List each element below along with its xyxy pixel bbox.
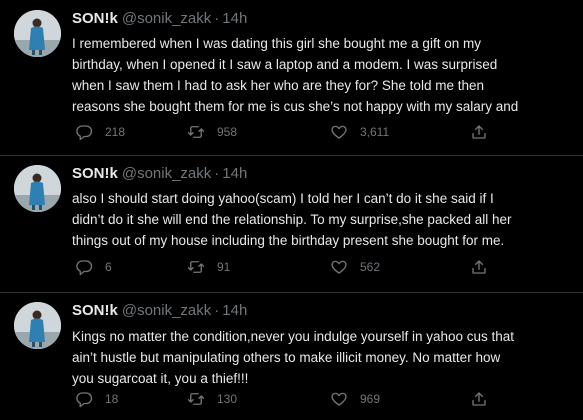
reply-icon (76, 125, 93, 141)
tweet-text-line: didn’t do it she will end the relationsh… (72, 212, 512, 227)
tweet-text-line: things out of my house including the bir… (72, 233, 505, 248)
reply-button[interactable]: 218 (75, 121, 125, 143)
reply-count: 18 (105, 392, 119, 406)
share-icon (472, 392, 486, 406)
like-button[interactable]: 969 (330, 388, 380, 410)
tweet-text: Kings no matter the condition,never you … (72, 326, 572, 389)
tweet-text-line: you sugarcoat it, you a thief!!! (72, 371, 249, 386)
tweet-text-line: also I should start doing yahoo(scam) I … (72, 191, 494, 206)
retweet-icon (187, 261, 205, 273)
tweet-text-line: Kings no matter the condition,never you … (72, 329, 515, 344)
tweet-text-line: reasons she bought them for me is cus sh… (72, 99, 519, 114)
avatar-image (14, 165, 61, 212)
avatar[interactable] (14, 165, 61, 212)
retweet-count: 130 (217, 392, 238, 406)
retweet-icon (187, 126, 205, 138)
tweet[interactable]: SON!k @sonik_zakk · 14h I remembered when I… (0, 0, 583, 155)
heart-icon (331, 260, 347, 274)
heart-icon (331, 125, 347, 139)
tweet-header: SON!k @sonik_zakk · 14h (72, 165, 247, 183)
tweet-actions: 6 91 562 (72, 256, 512, 278)
tweet-text-line: when I saw them I had to ask her who are… (72, 78, 484, 93)
reply-button[interactable]: 6 (75, 256, 112, 278)
share-icon (472, 260, 486, 274)
avatar-image (14, 10, 61, 57)
handle[interactable]: @sonik_zakk (122, 10, 211, 27)
share-button[interactable] (470, 256, 488, 278)
handle[interactable]: @sonik_zakk (122, 165, 211, 182)
share-icon (472, 125, 486, 139)
tweet-thread: SON!k @sonik_zakk · 14h I remembered when I… (0, 0, 583, 420)
tweet-text: I remembered when I was dating this girl… (72, 33, 572, 117)
like-count: 3,611 (360, 125, 390, 139)
reply-button[interactable]: 18 (75, 388, 118, 410)
share-button[interactable] (470, 388, 488, 410)
retweet-count: 958 (217, 125, 238, 139)
separator-dot: · (214, 302, 220, 319)
display-name[interactable]: SON!k (72, 302, 118, 319)
retweet-icon (187, 393, 205, 405)
tweet-text-line: birthday, when I opened it I saw a lapto… (72, 57, 498, 72)
reply-icon (76, 392, 93, 408)
timestamp[interactable]: 14h (222, 165, 247, 182)
like-button[interactable]: 562 (330, 256, 380, 278)
tweet[interactable]: SON!k @sonik_zakk · 14h also I should start… (0, 155, 583, 292)
retweet-count: 91 (217, 260, 231, 274)
timestamp[interactable]: 14h (222, 10, 247, 27)
retweet-button[interactable]: 958 (187, 121, 237, 143)
reply-count: 218 (105, 125, 126, 139)
reply-icon (76, 260, 93, 276)
separator-dot: · (214, 10, 220, 27)
display-name[interactable]: SON!k (72, 10, 118, 27)
handle[interactable]: @sonik_zakk (122, 302, 211, 319)
tweet-actions: 218 958 3,611 (72, 121, 512, 143)
like-count: 969 (360, 392, 381, 406)
avatar[interactable] (14, 302, 61, 349)
tweet-header: SON!k @sonik_zakk · 14h (72, 10, 247, 28)
tweet-text-line: I remembered when I was dating this girl… (72, 36, 481, 51)
share-button[interactable] (470, 121, 488, 143)
retweet-button[interactable]: 91 (187, 256, 230, 278)
tweet-text: also I should start doing yahoo(scam) I … (72, 188, 572, 251)
retweet-button[interactable]: 130 (187, 388, 237, 410)
tweet-actions: 18 130 969 (72, 388, 512, 410)
reply-count: 6 (105, 260, 112, 274)
avatar-image (14, 302, 61, 349)
like-button[interactable]: 3,611 (330, 121, 389, 143)
heart-icon (331, 392, 347, 406)
avatar[interactable] (14, 10, 61, 57)
like-count: 562 (360, 260, 381, 274)
tweet-text-line: ain’t hustle but manipulating others to … (72, 350, 501, 365)
tweet[interactable]: SON!k @sonik_zakk · 14h Kings no matter the… (0, 292, 583, 420)
separator-dot: · (214, 165, 220, 182)
display-name[interactable]: SON!k (72, 165, 118, 182)
timestamp[interactable]: 14h (222, 302, 247, 319)
tweet-header: SON!k @sonik_zakk · 14h (72, 302, 247, 320)
